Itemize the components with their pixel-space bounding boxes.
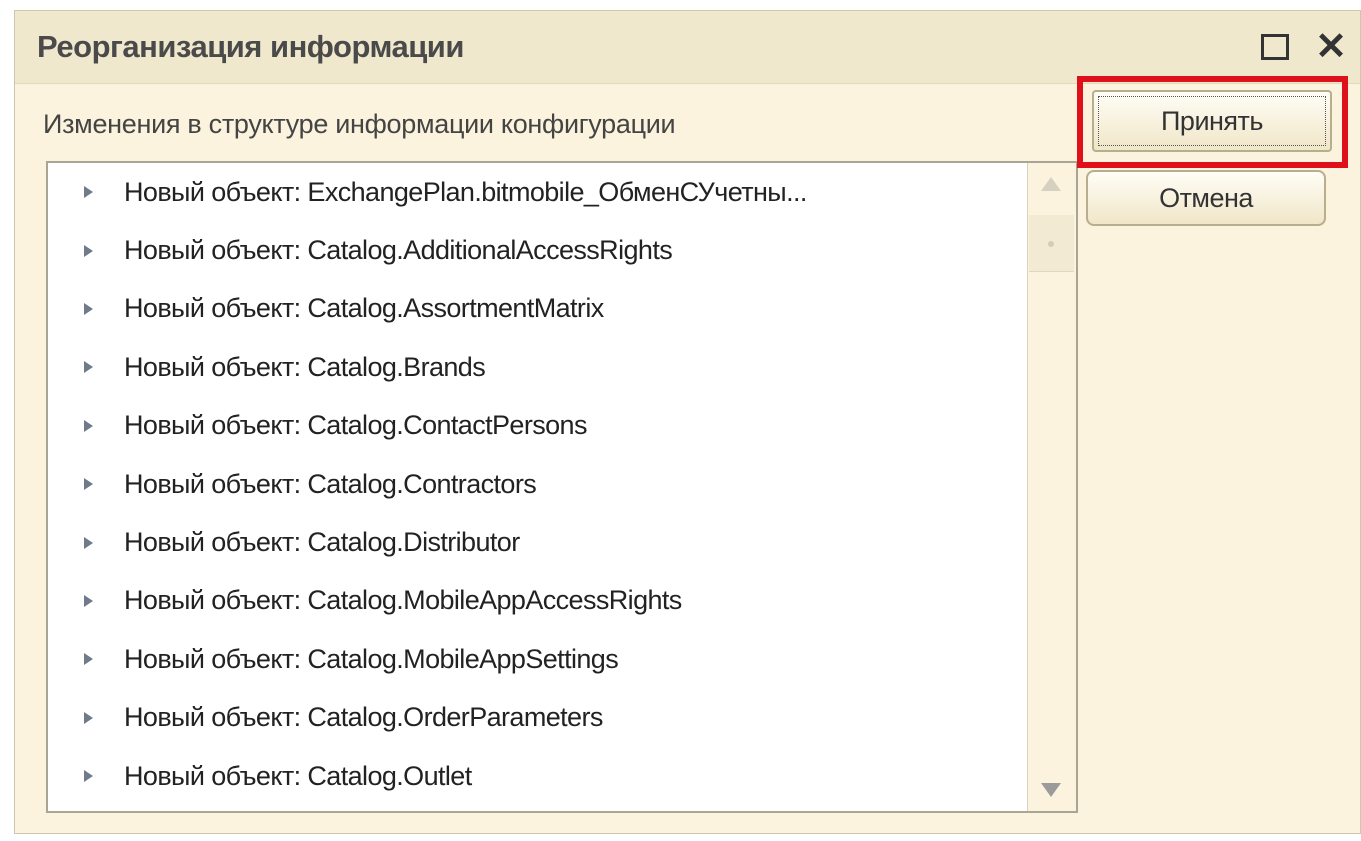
- focus-rectangle: [1098, 96, 1326, 146]
- scroll-thumb[interactable]: [1029, 215, 1074, 272]
- list-item-label: Новый объект: Catalog.AssortmentMatrix: [124, 293, 604, 324]
- list-item[interactable]: Новый объект: Catalog.MobileAppAccessRig…: [48, 572, 1026, 630]
- cancel-button-label: Отмена: [1159, 182, 1253, 213]
- accept-button[interactable]: Принять: [1092, 90, 1332, 152]
- scroll-up-icon[interactable]: [1041, 177, 1061, 191]
- list-item-label: Новый объект: Catalog.ContactPersons: [124, 410, 587, 441]
- list-item[interactable]: Новый объект: Catalog.Distributor: [48, 513, 1026, 571]
- expand-arrow-icon[interactable]: [84, 653, 93, 666]
- list-item-label: Новый объект: Catalog.Contractors: [124, 468, 537, 499]
- expand-arrow-icon[interactable]: [84, 770, 93, 783]
- list-item-label: Новый объект: ExchangePlan.bitmobile_Обм…: [124, 176, 807, 207]
- title-bar[interactable]: Реорганизация информации ✕: [15, 11, 1360, 84]
- scroll-grip-icon: [1048, 241, 1054, 247]
- list-item-label: Новый объект: Catalog.Outlet: [124, 760, 472, 791]
- list-item[interactable]: Новый объект: Catalog.Contractors: [48, 455, 1026, 513]
- expand-arrow-icon[interactable]: [84, 302, 93, 315]
- expand-arrow-icon[interactable]: [84, 244, 93, 257]
- list-item-label: Новый объект: Catalog.Distributor: [124, 527, 520, 558]
- list-item-label: Новый объект: Catalog.OrderParameters: [124, 702, 603, 733]
- list-item[interactable]: Новый объект: Catalog.Brands: [48, 338, 1026, 396]
- list-item[interactable]: Новый объект: Catalog.MobileAppSettings: [48, 630, 1026, 688]
- expand-arrow-icon[interactable]: [84, 594, 93, 607]
- changes-caption: Изменения в структуре информации конфигу…: [43, 109, 676, 139]
- list-item[interactable]: Новый объект: Catalog.OrderParameters: [48, 689, 1026, 747]
- window-title: Реорганизация информации: [37, 29, 464, 64]
- expand-arrow-icon[interactable]: [84, 419, 93, 432]
- cancel-button[interactable]: Отмена: [1086, 170, 1326, 226]
- list-item-label: Новый объект: Catalog.Brands: [124, 351, 486, 382]
- close-icon[interactable]: ✕: [1311, 27, 1351, 67]
- maximize-icon[interactable]: [1255, 27, 1295, 67]
- expand-arrow-icon[interactable]: [84, 536, 93, 549]
- expand-arrow-icon[interactable]: [84, 711, 93, 724]
- vertical-scrollbar[interactable]: [1027, 163, 1076, 811]
- list-item[interactable]: Новый объект: Catalog.ContactPersons: [48, 397, 1026, 455]
- changes-list[interactable]: Новый объект: ExchangePlan.bitmobile_Обм…: [46, 161, 1078, 813]
- expand-arrow-icon[interactable]: [84, 361, 93, 374]
- list-item-label: Новый объект: Catalog.MobileAppSettings: [124, 643, 619, 674]
- scroll-down-icon[interactable]: [1041, 783, 1061, 797]
- list-item-label: Новый объект: Catalog.AdditionalAccessRi…: [124, 235, 673, 266]
- list-item[interactable]: Новый объект: Catalog.AdditionalAccessRi…: [48, 221, 1026, 279]
- list-item-label: Новый объект: Catalog.MobileAppAccessRig…: [124, 585, 682, 616]
- expand-arrow-icon[interactable]: [84, 478, 93, 491]
- expand-arrow-icon[interactable]: [84, 186, 93, 199]
- list-item[interactable]: Новый объект: Catalog.AssortmentMatrix: [48, 280, 1026, 338]
- changes-list-items: Новый объект: ExchangePlan.bitmobile_Обм…: [48, 163, 1026, 811]
- list-item[interactable]: Новый объект: Catalog.Outlet: [48, 747, 1026, 805]
- list-item[interactable]: Новый объект: ExchangePlan.bitmobile_Обм…: [48, 163, 1026, 221]
